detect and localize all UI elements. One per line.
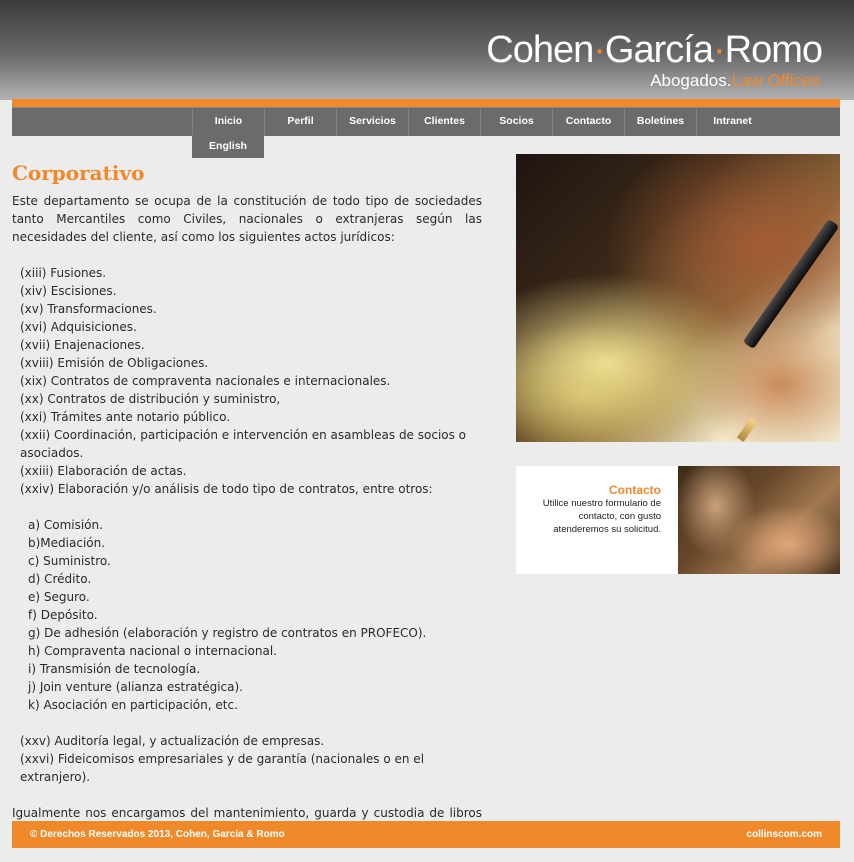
- site-header: Cohen·García·Romo Abogados.Law Offices: [0, 0, 854, 100]
- acts-list: (xiii) Fusiones. (xiv) Escisiones. (xv) …: [12, 264, 482, 498]
- logo-romo: Romo: [724, 29, 823, 71]
- list-item: f) Depósito.: [28, 608, 98, 622]
- main-nav: Inicio Perfil Servicios Clientes Socios …: [12, 107, 840, 136]
- site-footer: © Derechos Reservados 2013, Cohen, Garcí…: [12, 821, 840, 848]
- pen-tip-shape: [736, 417, 758, 442]
- list-item: (xxiii) Elaboración de actas.: [20, 464, 187, 478]
- list-item: c) Suministro.: [28, 554, 111, 568]
- page-title: Corporativo: [12, 161, 145, 185]
- main-content: Corporativo Este departamento se ocupa d…: [12, 160, 482, 840]
- list-item: i) Transmisión de tecnología.: [28, 662, 201, 676]
- logo-cohen: Cohen: [486, 29, 594, 71]
- list-item: (xxi) Trámites ante notario público.: [20, 410, 231, 424]
- logo[interactable]: Cohen·García·Romo: [486, 28, 823, 72]
- list-item: e) Seguro.: [28, 590, 90, 604]
- contact-box[interactable]: Contacto Utilice nuestro formulario de c…: [516, 466, 840, 574]
- pen-photo: [516, 154, 840, 442]
- list-item: (xviii) Emisión de Obligaciones.: [20, 356, 209, 370]
- logo-dot: ·: [593, 29, 606, 71]
- nav-item-inicio[interactable]: Inicio: [192, 108, 264, 136]
- handshake-photo[interactable]: [678, 466, 840, 574]
- nav-item-english[interactable]: English: [192, 135, 264, 158]
- intro-paragraph: Este departamento se ocupa de la constit…: [12, 194, 482, 244]
- list-item: j) Join venture (alianza estratégica).: [28, 680, 243, 694]
- list-item: b)Mediación.: [28, 536, 106, 550]
- list-item: (xiii) Fusiones.: [20, 266, 107, 280]
- footer-copyright: © Derechos Reservados 2013, Cohen, Garcí…: [30, 829, 285, 840]
- contact-title[interactable]: Contacto: [516, 483, 661, 497]
- list-item: (xiv) Escisiones.: [20, 284, 117, 298]
- acts-list-continued: (xxv) Auditoría legal, y actualización d…: [12, 732, 482, 786]
- list-item: (xix) Contratos de compraventa nacionale…: [20, 374, 391, 388]
- list-item: h) Compraventa nacional o internacional.: [28, 644, 277, 658]
- nav-item-socios[interactable]: Socios: [480, 108, 552, 136]
- contact-text: Utilice nuestro formulario de contacto, …: [542, 498, 661, 535]
- tagline-law-offices: Law Offices: [731, 71, 820, 90]
- list-item: g) De adhesión (elaboración y registro d…: [28, 626, 427, 640]
- header-rule: [12, 99, 840, 107]
- list-item: (xvi) Adquisiciones.: [20, 320, 137, 334]
- list-item: (xxii) Coordinación, participación e int…: [20, 428, 467, 460]
- list-item: k) Asociación en participación, etc.: [28, 698, 238, 712]
- list-item: (xvii) Enajenaciones.: [20, 338, 145, 352]
- footer-credit-link[interactable]: collinscom.com: [746, 821, 822, 848]
- nav-item-intranet[interactable]: Intranet: [696, 108, 768, 136]
- list-item: (xv) Transformaciones.: [20, 302, 157, 316]
- tagline-abogados: Abogados.: [650, 71, 732, 90]
- nav-item-boletines[interactable]: Boletines: [624, 108, 696, 136]
- nav-item-perfil[interactable]: Perfil: [264, 108, 336, 136]
- logo-dot: ·: [712, 29, 726, 71]
- logo-garcia: García: [604, 29, 714, 71]
- nav-item-contacto[interactable]: Contacto: [552, 108, 624, 136]
- list-item: d) Crédito.: [28, 572, 92, 586]
- nav-item-clientes[interactable]: Clientes: [408, 108, 480, 136]
- list-item: (xxvi) Fideicomisos empresariales y de g…: [20, 752, 425, 784]
- pen-shape: [742, 218, 840, 350]
- contracts-list: a) Comisión. b)Mediación. c) Suministro.…: [12, 516, 482, 714]
- tagline: Abogados.Law Offices: [650, 71, 820, 91]
- list-item: (xxv) Auditoría legal, y actualización d…: [20, 734, 325, 748]
- list-item: (xx) Contratos de distribución y suminis…: [20, 392, 281, 406]
- nav-item-servicios[interactable]: Servicios: [336, 108, 408, 136]
- list-item: (xxiv) Elaboración y/o análisis de todo …: [20, 482, 433, 496]
- list-item: a) Comisión.: [28, 518, 103, 532]
